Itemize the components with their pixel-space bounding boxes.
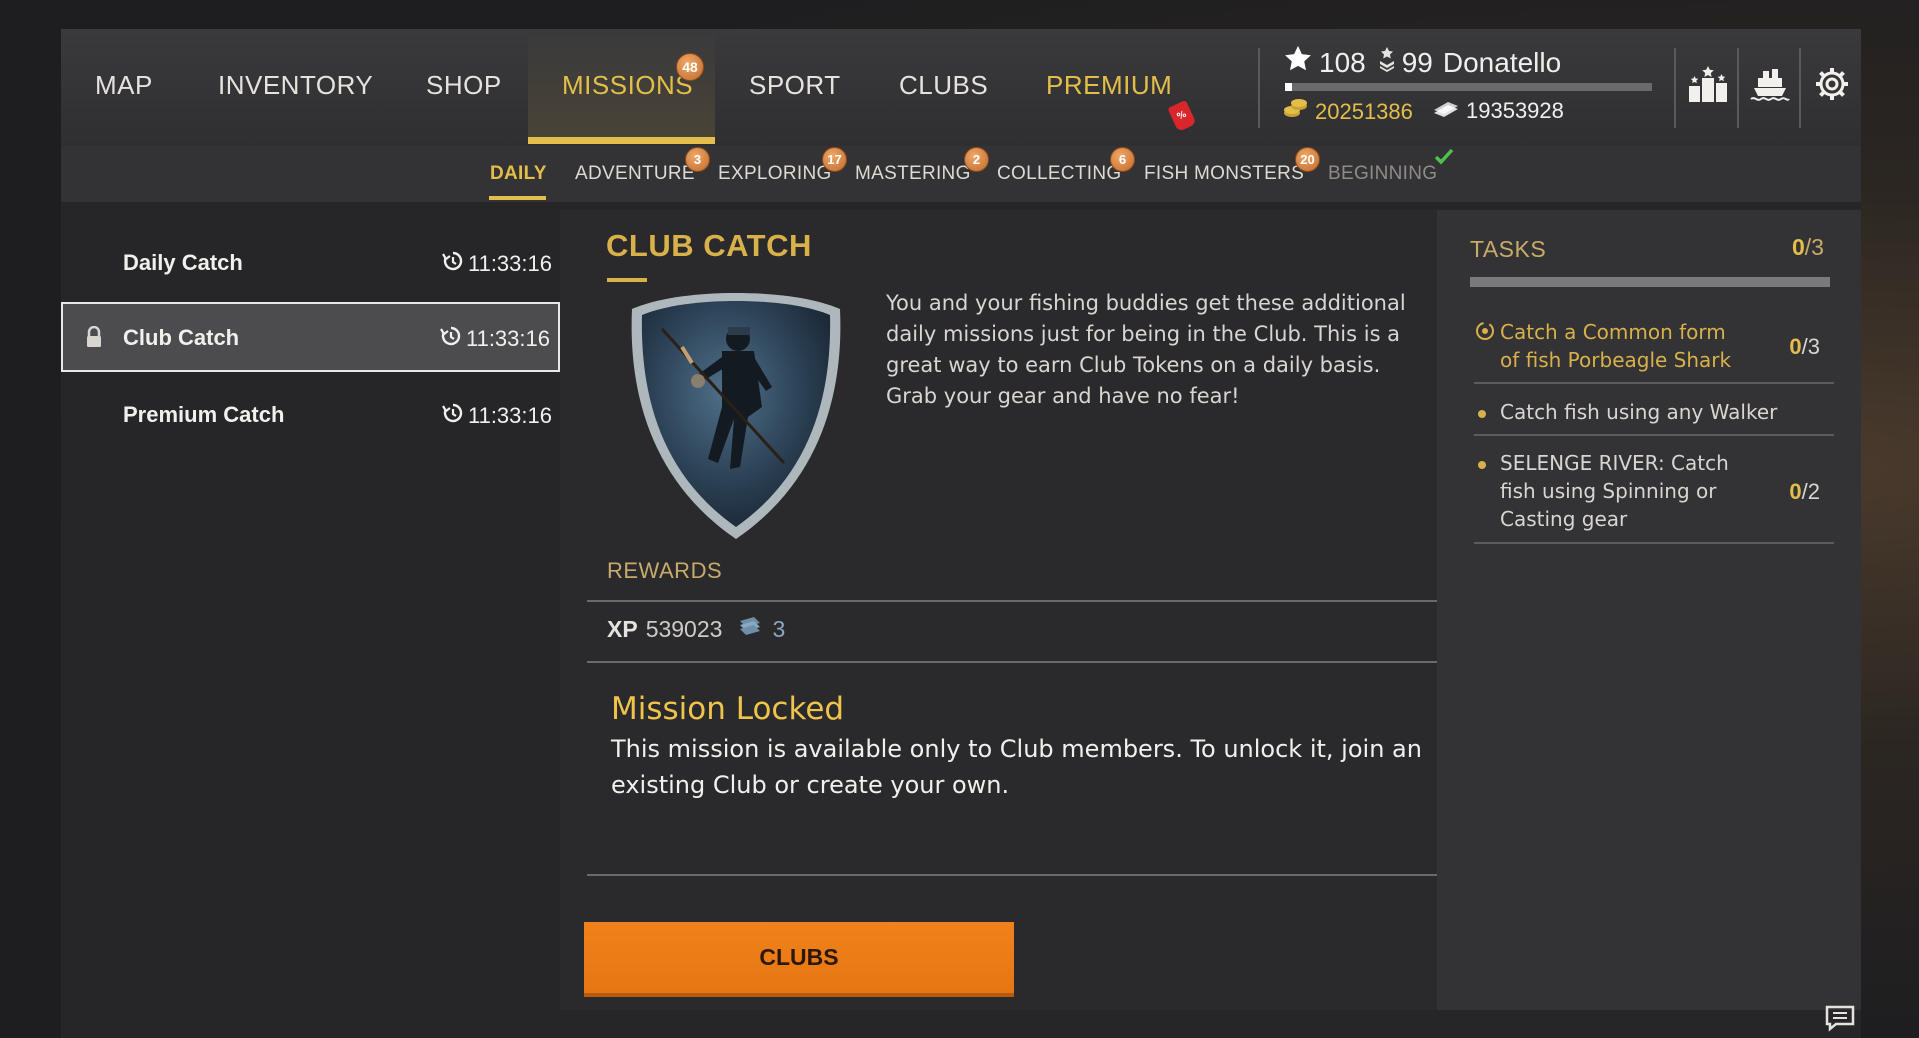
mission-locked-title: Mission Locked [611,691,845,727]
gold-amount: 20251386 [1315,99,1413,124]
task-description: Catch a Common form of fish Porbeagle Sh… [1500,320,1732,372]
tasks-progress-bar [1470,277,1830,287]
rewards-row: XP 539023 3 [607,615,785,643]
timer-icon [442,402,464,430]
collecting-badge: 6 [1110,147,1135,172]
mission-emblem-shield [622,287,850,547]
xp-label: XP [607,615,638,642]
timer-value: 11:33:16 [467,403,552,428]
nav-missions[interactable]: MISSIONS [562,70,693,140]
divider [587,874,1437,876]
mission-timer: 11:33:16 [440,325,550,353]
task-progress: 0/2 [1789,479,1820,504]
mastering-badge: 2 [964,147,989,172]
rewards-label: REWARDS [607,558,723,583]
mission-item-daily-catch[interactable]: Daily Catch 11:33:16 [61,228,560,298]
nav-inventory[interactable]: INVENTORY [218,70,373,140]
player-info: 108 99 Donatello [1283,44,1561,81]
ranking-icon[interactable] [1684,60,1732,108]
divider [587,600,1437,602]
mission-item-premium-catch[interactable]: Premium Catch 11:33:16 [61,380,560,450]
xp-reward-value: 539023 [645,615,723,642]
tasks-progress-count: 0/3 [1792,234,1824,260]
bullet-icon [1478,410,1486,418]
tab-collecting[interactable]: COLLECTING [997,163,1121,185]
task-item: SELENGE RIVER: Catch fish using Spinning… [1474,449,1834,539]
missions-count-badge: 48 [676,53,704,81]
task-item: Catch a Common form of fish Porbeagle Sh… [1474,318,1834,380]
exploring-badge: 17 [822,147,847,172]
task-progress: 0/3 [1789,334,1820,359]
divider [1799,48,1801,128]
active-tab-underline [528,137,715,144]
mission-name: Premium Catch [123,402,285,427]
mission-timer: 11:33:16 [442,250,552,278]
tab-mastering[interactable]: MASTERING [855,163,971,185]
ships-icon[interactable] [1746,60,1794,108]
star-icon [1283,44,1313,81]
rank-icon [1378,46,1396,79]
clubs-button[interactable]: CLUBS [584,922,1014,997]
nav-sport[interactable]: SPORT [749,70,841,140]
target-icon [1474,320,1496,346]
fish-monsters-badge: 20 [1295,147,1320,172]
mission-name: Daily Catch [123,250,243,275]
gold-coins-icon [1283,98,1309,126]
tab-exploring[interactable]: EXPLORING [718,163,832,185]
xp-progress-bar [1285,83,1652,91]
divider [1474,434,1834,436]
divider [587,661,1437,663]
tasks-title: TASKS [1470,236,1547,262]
bullet-icon [1478,461,1486,469]
mission-description: You and your fishing buddies get these a… [886,291,1406,408]
nav-map[interactable]: MAP [95,70,153,140]
tab-daily[interactable]: DAILY [490,163,547,185]
task-item: Catch fish using any Walker [1474,398,1834,434]
divider [1474,382,1834,384]
tab-fish-monsters[interactable]: FISH MONSTERS [1144,163,1304,185]
tab-adventure[interactable]: ADVENTURE [575,163,695,185]
timer-value: 11:33:16 [465,326,550,351]
mission-item-club-catch[interactable]: Club Catch 11:33:16 [61,302,560,372]
lock-icon [85,325,103,352]
chat-icon[interactable] [1824,1004,1856,1032]
tab-beginning[interactable]: BEGINNING [1328,163,1437,185]
subtab-underline [489,196,546,200]
divider [1474,542,1834,544]
nav-shop[interactable]: SHOP [426,70,502,140]
timer-icon [442,250,464,278]
mission-timer: 11:33:16 [442,402,552,430]
settings-icon[interactable] [1808,60,1856,108]
task-description: SELENGE RIVER: Catch fish using Spinning… [1500,451,1729,531]
gold-currency: 20251386 [1283,98,1413,126]
mission-title: CLUB CATCH [606,228,812,263]
timer-icon [440,325,462,353]
token-reward-value: 3 [772,615,786,642]
divider [1258,48,1260,128]
player-level: 108 [1319,46,1366,78]
mission-locked-message: This mission is available only to Club m… [611,735,1422,799]
silver-amount: 19353928 [1466,98,1564,123]
banknotes-icon [1432,98,1460,124]
silver-currency: 19353928 [1432,98,1564,124]
player-rank: 99 [1401,46,1433,78]
mission-name: Club Catch [123,325,240,350]
divider [1737,48,1739,128]
nav-clubs[interactable]: CLUBS [899,70,988,140]
club-token-icon [736,615,764,643]
player-name: Donatello [1442,46,1562,78]
divider [1674,48,1676,128]
checkmark-icon [1434,148,1454,170]
nav-premium[interactable]: PREMIUM [1046,70,1172,140]
timer-value: 11:33:16 [467,251,552,276]
task-description: Catch fish using any Walker [1500,400,1778,424]
title-underline [607,278,647,282]
adventure-badge: 3 [685,147,710,172]
